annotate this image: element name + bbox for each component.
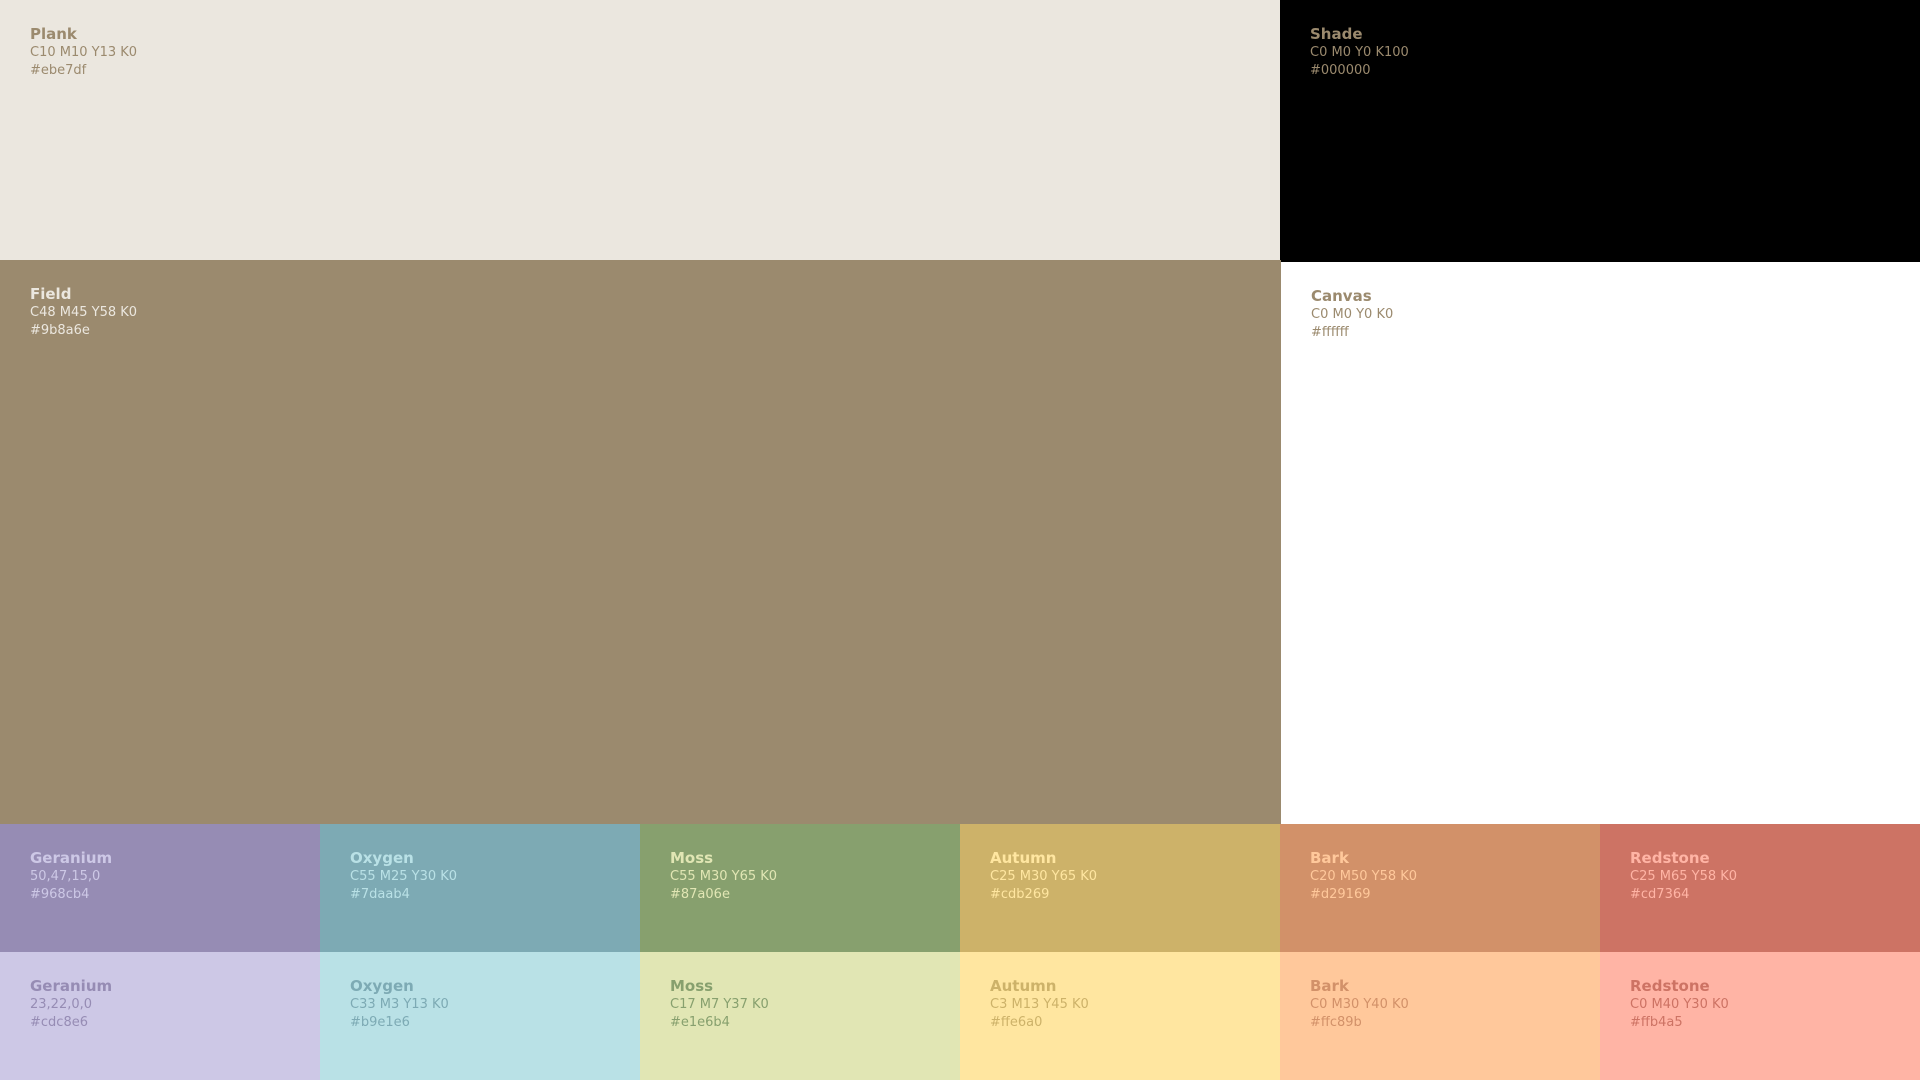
swatch-name: Redstone <box>1630 849 1710 867</box>
swatch-name: Oxygen <box>350 977 414 995</box>
swatch-name: Moss <box>670 849 714 867</box>
swatch-name: Redstone <box>1630 977 1710 995</box>
swatch-name: Autumn <box>990 977 1057 995</box>
swatch-field: Field C48 M45 Y58 K0 #9b8a6e <box>0 260 1281 824</box>
swatch-cmyk: C55 M25 Y30 K0 <box>350 869 458 884</box>
swatch-name: Plank <box>30 25 77 43</box>
swatch-redstone-light: Redstone C0 M40 Y30 K0 #ffb4a5 <box>1600 952 1920 1080</box>
swatch-cmyk: C20 M50 Y58 K0 <box>1310 869 1418 884</box>
swatch-cmyk: C17 M7 Y37 K0 <box>670 997 769 1012</box>
swatch-hex: #9b8a6e <box>30 323 90 338</box>
swatch-hex: #ffffff <box>1311 325 1349 340</box>
swatch-hex: #d29169 <box>1310 887 1371 902</box>
swatch-autumn: Autumn C25 M30 Y65 K0 #cdb269 <box>960 824 1280 952</box>
swatch-cmyk: 50,47,15,0 <box>30 869 101 884</box>
swatch-name: Oxygen <box>350 849 414 867</box>
swatch-name: Autumn <box>990 849 1057 867</box>
swatch-hex: #87a06e <box>670 887 730 902</box>
swatch-bark: Bark C20 M50 Y58 K0 #d29169 <box>1280 824 1600 952</box>
swatch-bark-light: Bark C0 M30 Y40 K0 #ffc89b <box>1280 952 1600 1080</box>
swatch-cmyk: C10 M10 Y13 K0 <box>30 45 138 60</box>
swatch-cmyk: C25 M65 Y58 K0 <box>1630 869 1738 884</box>
swatch-name: Bark <box>1310 977 1349 995</box>
swatch-cmyk: C0 M40 Y30 K0 <box>1630 997 1729 1012</box>
swatch-cmyk: C48 M45 Y58 K0 <box>30 305 138 320</box>
swatch-geranium-light: Geranium 23,22,0,0 #cdc8e6 <box>0 952 320 1080</box>
swatch-name: Geranium <box>30 849 113 867</box>
swatch-hex: #b9e1e6 <box>350 1015 410 1030</box>
swatch-plank: Plank C10 M10 Y13 K0 #ebe7df <box>0 0 1280 260</box>
swatch-name: Shade <box>1310 25 1363 43</box>
swatch-oxygen: Oxygen C55 M25 Y30 K0 #7daab4 <box>320 824 640 952</box>
swatch-cmyk: C33 M3 Y13 K0 <box>350 997 449 1012</box>
swatch-hex: #000000 <box>1310 63 1371 78</box>
swatch-hex: #cdc8e6 <box>30 1015 88 1030</box>
swatch-geranium: Geranium 50,47,15,0 #968cb4 <box>0 824 320 952</box>
swatch-moss: Moss C55 M30 Y65 K0 #87a06e <box>640 824 960 952</box>
swatch-name: Moss <box>670 977 714 995</box>
swatch-cmyk: C0 M30 Y40 K0 <box>1310 997 1409 1012</box>
swatch-hex: #e1e6b4 <box>670 1015 730 1030</box>
swatch-hex: #7daab4 <box>350 887 410 902</box>
swatch-cmyk: C0 M0 Y0 K100 <box>1310 45 1409 60</box>
swatch-hex: #ffb4a5 <box>1630 1015 1683 1030</box>
swatch-cmyk: C55 M30 Y65 K0 <box>670 869 778 884</box>
swatch-canvas: Canvas C0 M0 Y0 K0 #ffffff <box>1281 262 1920 824</box>
swatch-shade: Shade C0 M0 Y0 K100 #000000 <box>1280 0 1920 262</box>
swatch-name: Bark <box>1310 849 1349 867</box>
swatch-autumn-light: Autumn C3 M13 Y45 K0 #ffe6a0 <box>960 952 1280 1080</box>
swatch-oxygen-light: Oxygen C33 M3 Y13 K0 #b9e1e6 <box>320 952 640 1080</box>
swatch-cmyk: C25 M30 Y65 K0 <box>990 869 1098 884</box>
swatch-moss-light: Moss C17 M7 Y37 K0 #e1e6b4 <box>640 952 960 1080</box>
swatch-hex: #ebe7df <box>30 63 87 78</box>
swatch-name: Geranium <box>30 977 113 995</box>
swatch-redstone: Redstone C25 M65 Y58 K0 #cd7364 <box>1600 824 1920 952</box>
swatch-hex: #968cb4 <box>30 887 90 902</box>
swatch-name: Canvas <box>1311 287 1372 305</box>
swatch-cmyk: C3 M13 Y45 K0 <box>990 997 1089 1012</box>
swatch-hex: #cdb269 <box>990 887 1050 902</box>
swatch-hex: #cd7364 <box>1630 887 1690 902</box>
swatch-hex: #ffc89b <box>1310 1015 1362 1030</box>
swatch-hex: #ffe6a0 <box>990 1015 1043 1030</box>
swatch-name: Field <box>30 285 72 303</box>
swatch-cmyk: 23,22,0,0 <box>30 997 93 1012</box>
swatch-cmyk: C0 M0 Y0 K0 <box>1311 307 1394 322</box>
